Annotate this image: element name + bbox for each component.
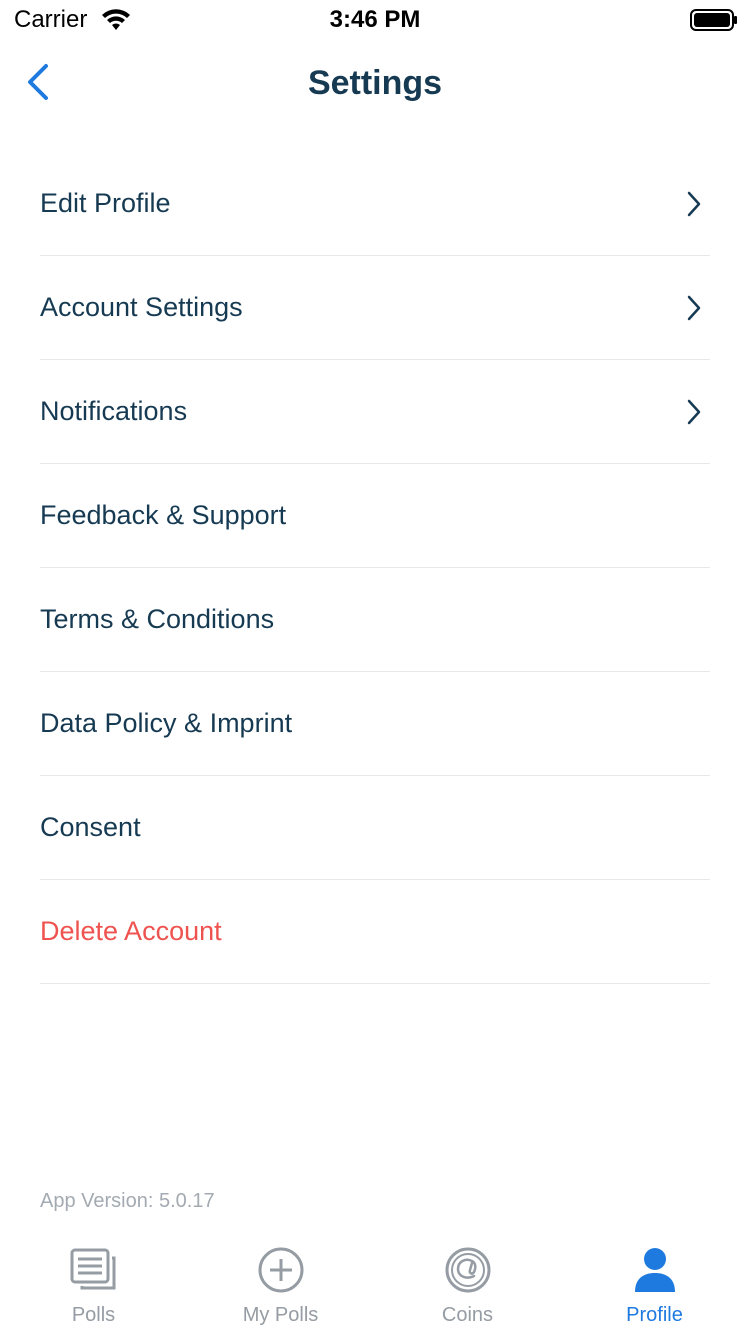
settings-item-label: Feedback & Support (40, 500, 287, 530)
settings-item-feedback-support[interactable]: Feedback & Support (40, 464, 710, 568)
tab-label: Polls (71, 1304, 116, 1326)
chevron-right-icon (687, 399, 701, 425)
tab-my-polls[interactable]: My Polls (187, 1238, 374, 1334)
tab-coins[interactable]: Coins (374, 1238, 561, 1334)
plus-circle-icon (258, 1247, 303, 1293)
battery-icon (690, 9, 737, 31)
settings-item-label: Terms & Conditions (40, 604, 275, 634)
polls-icon (70, 1248, 115, 1290)
app-version: App Version: 5.0.17 (40, 1190, 215, 1212)
delete-account-label: Delete Account (40, 916, 222, 946)
settings-item-label: Edit Profile (40, 188, 171, 218)
settings-list: Edit Profile Account Settings Notificati… (40, 152, 710, 984)
tab-polls[interactable]: Polls (0, 1238, 187, 1334)
tab-label: Coins (441, 1304, 494, 1326)
settings-item-consent[interactable]: Consent (40, 776, 710, 880)
settings-item-label: Notifications (40, 396, 188, 426)
settings-item-account-settings[interactable]: Account Settings (40, 256, 710, 360)
settings-item-edit-profile[interactable]: Edit Profile (40, 152, 710, 256)
chevron-right-icon (687, 295, 701, 321)
status-bar: Carrier 3:46 PM (0, 0, 750, 40)
settings-item-notifications[interactable]: Notifications (40, 360, 710, 464)
tab-bar: Polls My Polls Coins Profile (0, 1238, 750, 1334)
status-time: 3:46 PM (329, 6, 421, 33)
tab-label: Profile (626, 1304, 683, 1326)
settings-item-delete-account[interactable]: Delete Account (40, 880, 710, 984)
tab-profile[interactable]: Profile (561, 1238, 748, 1334)
settings-item-terms-conditions[interactable]: Terms & Conditions (40, 568, 710, 672)
profile-icon (634, 1248, 675, 1292)
coins-icon (445, 1247, 490, 1293)
settings-item-label: Data Policy & Imprint (40, 708, 293, 738)
page-title: Settings (307, 64, 443, 102)
tab-label: My Polls (242, 1304, 319, 1326)
navigation-bar: Settings (0, 40, 750, 128)
settings-item-label: Consent (40, 812, 141, 842)
settings-item-label: Account Settings (40, 292, 243, 322)
chevron-right-icon (687, 191, 701, 217)
settings-item-data-policy-imprint[interactable]: Data Policy & Imprint (40, 672, 710, 776)
